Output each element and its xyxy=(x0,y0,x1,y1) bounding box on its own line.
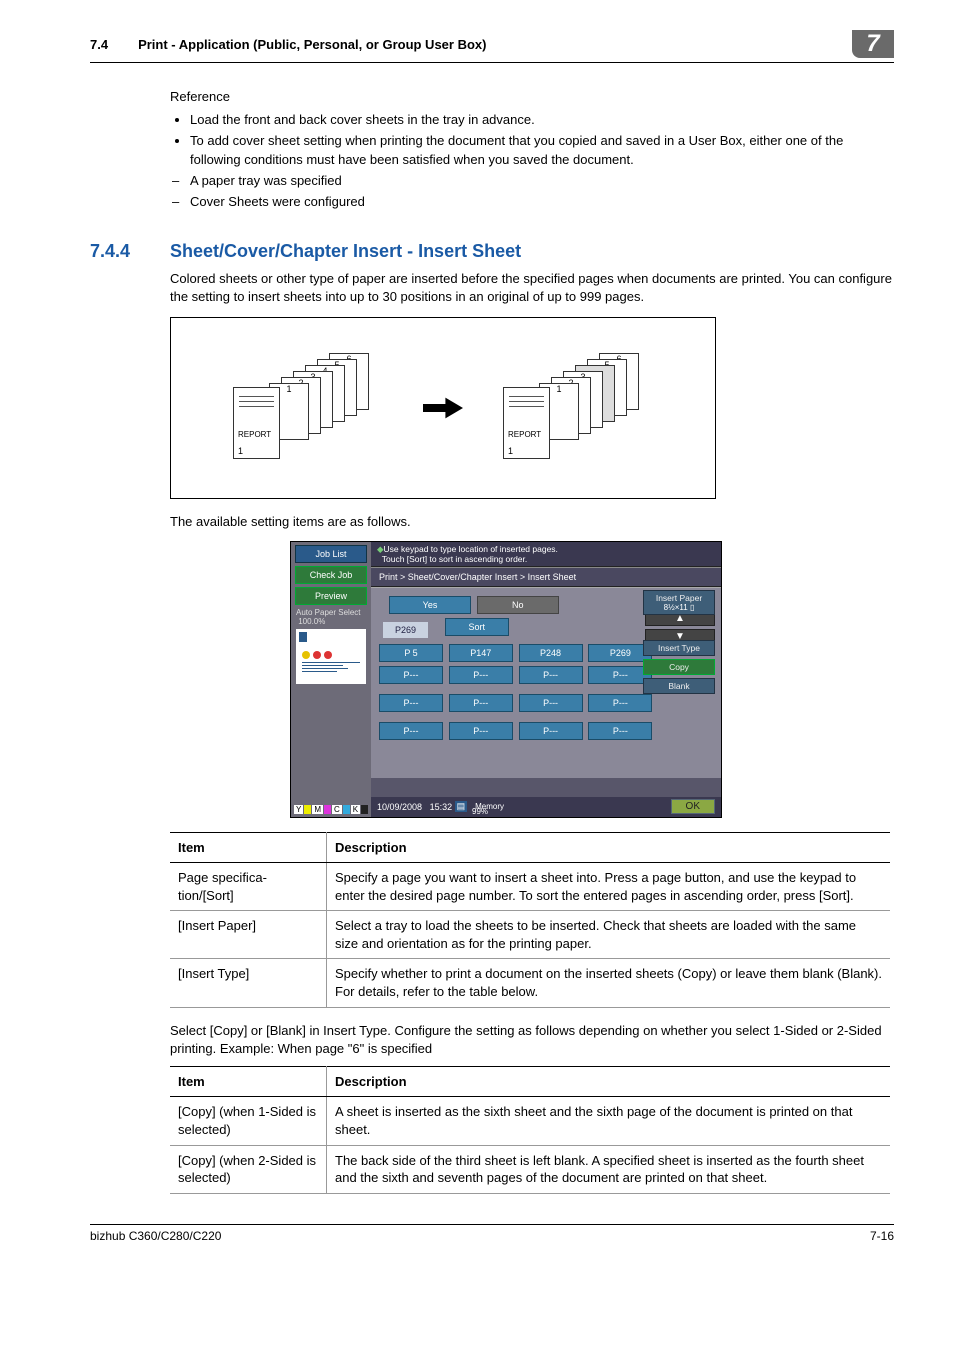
page-button[interactable]: P--- xyxy=(519,722,583,740)
settings-table-2: Item Description [Copy] (when 1-Sided is… xyxy=(170,1066,890,1194)
page-field[interactable]: P269 xyxy=(383,622,428,638)
page-button[interactable]: P--- xyxy=(449,694,513,712)
page-button[interactable]: P--- xyxy=(449,722,513,740)
insert-paper-button[interactable]: Insert Paper 8½×11 ▯ xyxy=(643,590,715,615)
header-section-number: 7.4 xyxy=(90,37,108,52)
yes-button[interactable]: Yes xyxy=(389,596,471,614)
table-row: [Copy] (when 2-Sided is selected) The ba… xyxy=(170,1145,890,1193)
table-header-item: Item xyxy=(170,1066,327,1097)
table-cell-item: [Copy] (when 2-Sided is selected) xyxy=(170,1145,327,1193)
check-job-button[interactable]: Check Job xyxy=(295,566,367,584)
table-cell-item: [Insert Type] xyxy=(170,959,327,1007)
page-button[interactable]: P--- xyxy=(519,666,583,684)
table-row: Page specifica­tion/[Sort] Specify a pag… xyxy=(170,863,890,911)
footer-model: bizhub C360/C280/C220 xyxy=(90,1229,221,1243)
settings-table-1: Item Description Page specifica­tion/[So… xyxy=(170,832,890,1008)
report-label: REPORT xyxy=(238,430,271,439)
table-cell-desc: Select a tray to load the sheets to be i… xyxy=(327,911,891,959)
panel-screenshot: Job List Check Job Preview Auto Paper Se… xyxy=(290,541,722,818)
report-label: REPORT xyxy=(508,430,541,439)
sheet-number: 1 xyxy=(556,384,561,394)
table-header-item: Item xyxy=(170,832,327,863)
stack-after: 6 5 3 2 1 REPORT 1 xyxy=(503,353,653,463)
table-header-description: Description xyxy=(327,1066,891,1097)
status-icon: ▤ xyxy=(455,801,468,812)
chapter-badge: 7 xyxy=(852,30,894,58)
page-button[interactable]: P248 xyxy=(519,644,583,662)
table-cell-item: [Copy] (when 1-Sided is selected) xyxy=(170,1097,327,1145)
available-items-line: The available setting items are as follo… xyxy=(170,513,894,531)
ok-button[interactable]: OK xyxy=(671,799,715,814)
table-cell-item: Page specifica­tion/[Sort] xyxy=(170,863,327,911)
insert-type-label: Insert Type xyxy=(643,640,715,656)
page-footer: bizhub C360/C280/C220 7-16 xyxy=(90,1224,894,1243)
help-tip: ◆Use keypad to type location of inserted… xyxy=(371,542,721,567)
table-cell-desc: Specify whether to print a document on t… xyxy=(327,959,891,1007)
table-cell-desc: Specify a page you want to insert a shee… xyxy=(327,863,891,911)
page-button[interactable]: P--- xyxy=(519,694,583,712)
page-button[interactable]: P 5 xyxy=(379,644,443,662)
subsection-paragraph: Colored sheets or other type of paper ar… xyxy=(170,270,894,306)
arrow-icon xyxy=(423,398,463,418)
footer-page-number: 7-16 xyxy=(870,1229,894,1243)
insert-type-paragraph: Select [Copy] or [Blank] in Insert Type.… xyxy=(170,1022,894,1058)
table-row: [Copy] (when 1-Sided is selected) A shee… xyxy=(170,1097,890,1145)
page-button[interactable]: P--- xyxy=(588,722,652,740)
table-cell-desc: A sheet is inserted as the sixth sheet a… xyxy=(327,1097,891,1145)
insert-sheet-illustration: 6 5 4 3 2 1 REPORT 1 6 5 3 2 1 REPORT xyxy=(170,317,716,499)
sheet-number: 1 xyxy=(286,384,291,394)
report-front-number: 1 xyxy=(508,446,513,456)
page-button[interactable]: P--- xyxy=(449,666,513,684)
job-list-button[interactable]: Job List xyxy=(295,545,367,563)
breadcrumb: Print > Sheet/Cover/Chapter Insert > Ins… xyxy=(371,567,721,587)
table-row: [Insert Paper] Select a tray to load the… xyxy=(170,911,890,959)
subsection-number: 7.4.4 xyxy=(90,241,170,262)
header-section-title: Print - Application (Public, Personal, o… xyxy=(138,37,486,52)
reference-heading: Reference xyxy=(170,88,894,106)
reference-bullet: To add cover sheet setting when printing… xyxy=(190,132,894,168)
table-header-description: Description xyxy=(327,832,891,863)
no-button[interactable]: No xyxy=(477,596,559,614)
reference-dash: Cover Sheets were configured xyxy=(190,193,894,211)
stack-before: 6 5 4 3 2 1 REPORT 1 xyxy=(233,353,383,463)
table-cell-desc: The back side of the third sheet is left… xyxy=(327,1145,891,1193)
auto-paper-label: Auto Paper Select xyxy=(296,608,360,617)
status-date: 10/09/2008 xyxy=(377,802,422,812)
page-button[interactable]: P--- xyxy=(379,694,443,712)
table-cell-item: [Insert Paper] xyxy=(170,911,327,959)
sort-button[interactable]: Sort xyxy=(445,618,509,636)
copy-button[interactable]: Copy xyxy=(643,659,715,675)
status-time: 15:32 xyxy=(430,802,453,812)
memory-percent: 99% xyxy=(472,807,488,816)
preview-thumbnail xyxy=(296,629,366,684)
page-header: 7.4 Print - Application (Public, Persona… xyxy=(90,30,894,63)
zoom-ratio: 100.0% xyxy=(298,617,325,626)
reference-dash: A paper tray was specified xyxy=(190,172,894,190)
table-row: [Insert Type] Specify whether to print a… xyxy=(170,959,890,1007)
page-button[interactable]: P147 xyxy=(449,644,513,662)
report-front-number: 1 xyxy=(238,446,243,456)
preview-button[interactable]: Preview xyxy=(295,587,367,605)
page-button[interactable]: P--- xyxy=(379,722,443,740)
blank-button[interactable]: Blank xyxy=(643,678,715,694)
subsection-title: Sheet/Cover/Chapter Insert - Insert Shee… xyxy=(170,241,521,261)
subsection-heading: 7.4.4Sheet/Cover/Chapter Insert - Insert… xyxy=(90,241,894,262)
page-button[interactable]: P--- xyxy=(379,666,443,684)
reference-bullet: Load the front and back cover sheets in … xyxy=(190,111,894,129)
reference-block: Reference Load the front and back cover … xyxy=(170,88,894,211)
toner-levels: Y M C K xyxy=(294,805,368,814)
